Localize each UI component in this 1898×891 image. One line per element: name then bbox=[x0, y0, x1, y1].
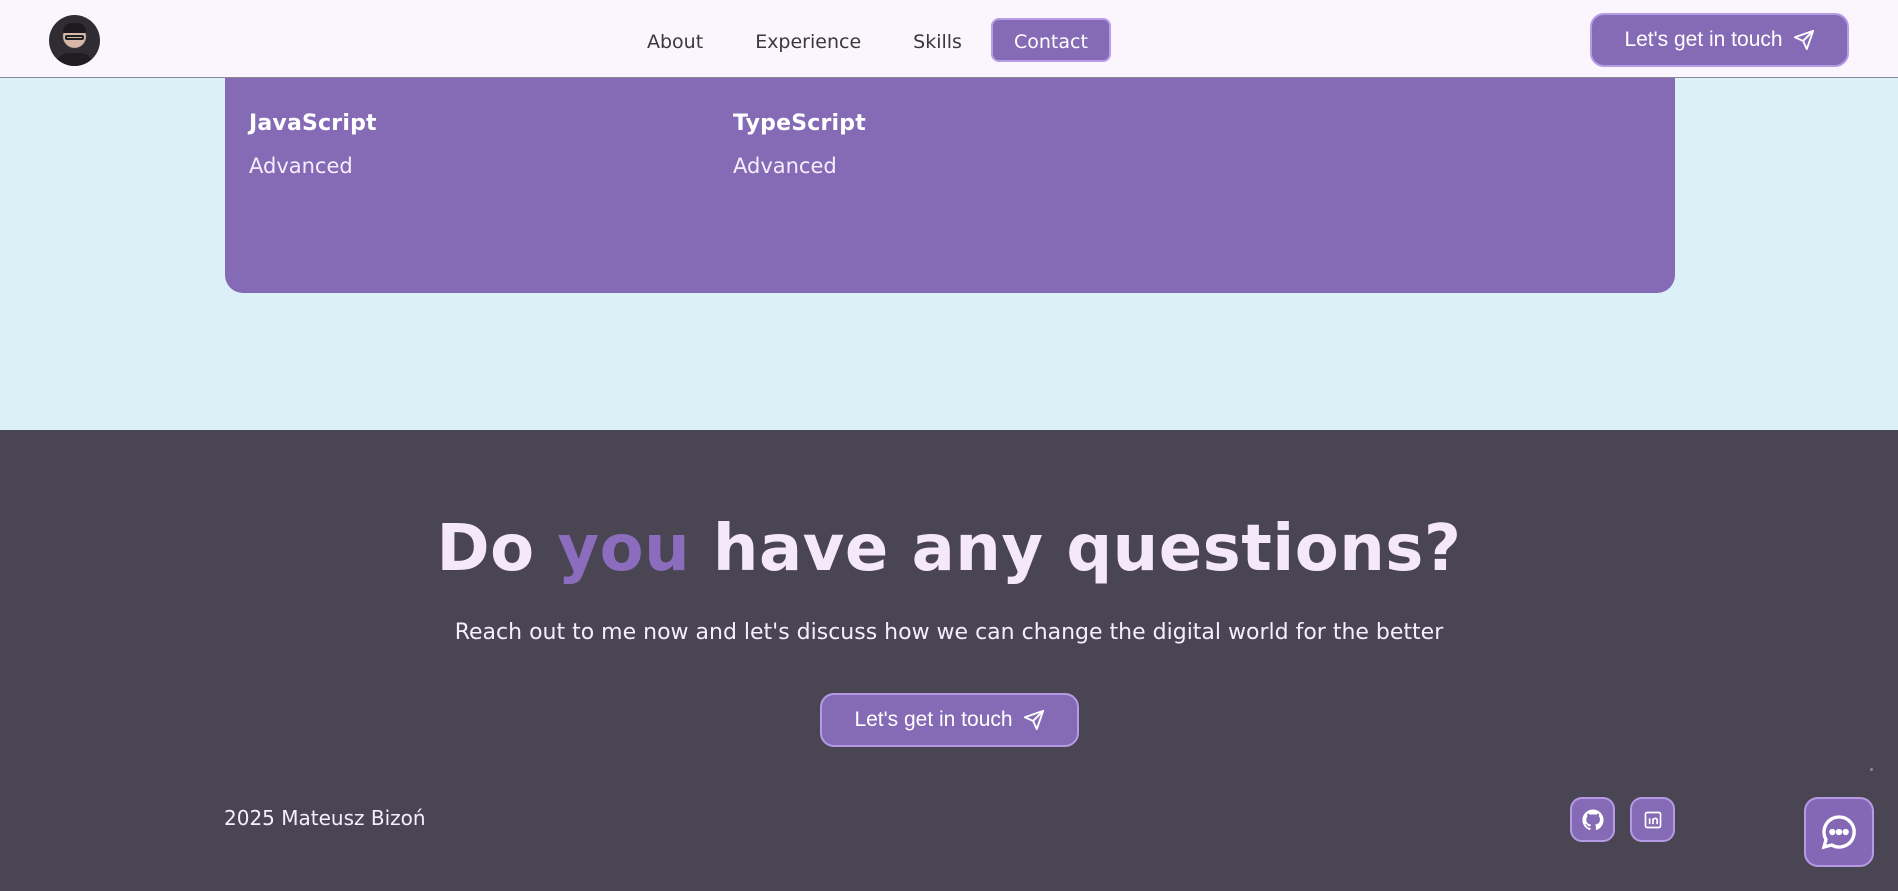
send-icon bbox=[1793, 29, 1814, 51]
headline-accent: you bbox=[557, 512, 691, 586]
linkedin-icon bbox=[1644, 811, 1661, 828]
nav-contact[interactable]: Contact bbox=[990, 18, 1111, 62]
github-link[interactable] bbox=[1570, 797, 1615, 842]
nav-experience[interactable]: Experience bbox=[732, 18, 884, 62]
skill-name: TypeScript bbox=[733, 111, 866, 136]
decorative-dot bbox=[1870, 768, 1873, 771]
skill-item: JavaScript Advanced bbox=[249, 111, 377, 178]
contact-subline: Reach out to me now and let's discuss ho… bbox=[454, 620, 1444, 645]
send-icon bbox=[1023, 709, 1044, 731]
skill-level: Advanced bbox=[249, 154, 353, 178]
contact-section: Do you have any questions? Reach out to … bbox=[0, 430, 1898, 891]
get-in-touch-button[interactable]: Let's get in touch bbox=[1590, 13, 1849, 67]
nav-skills[interactable]: Skills bbox=[890, 18, 985, 62]
contact-headline: Do you have any questions? bbox=[436, 512, 1462, 586]
contact-get-in-touch-button[interactable]: Let's get in touch bbox=[820, 693, 1079, 747]
skill-name: JavaScript bbox=[249, 111, 377, 136]
github-icon bbox=[1581, 808, 1604, 830]
chat-button[interactable] bbox=[1804, 797, 1874, 867]
linkedin-link[interactable] bbox=[1630, 797, 1675, 842]
skill-level: Advanced bbox=[733, 154, 837, 178]
skill-item: TypeScript Advanced bbox=[733, 111, 866, 178]
chat-icon bbox=[1821, 815, 1856, 850]
nav-about[interactable]: About bbox=[624, 18, 726, 62]
get-in-touch-label: Let's get in touch bbox=[854, 708, 1013, 731]
copyright: 2025 Mateusz Bizoń bbox=[224, 806, 426, 830]
main-nav: About Experience Skills Contact bbox=[624, 18, 1111, 62]
get-in-touch-label: Let's get in touch bbox=[1624, 28, 1783, 51]
avatar[interactable] bbox=[49, 15, 100, 66]
site-header: About Experience Skills Contact Let's ge… bbox=[0, 0, 1898, 78]
